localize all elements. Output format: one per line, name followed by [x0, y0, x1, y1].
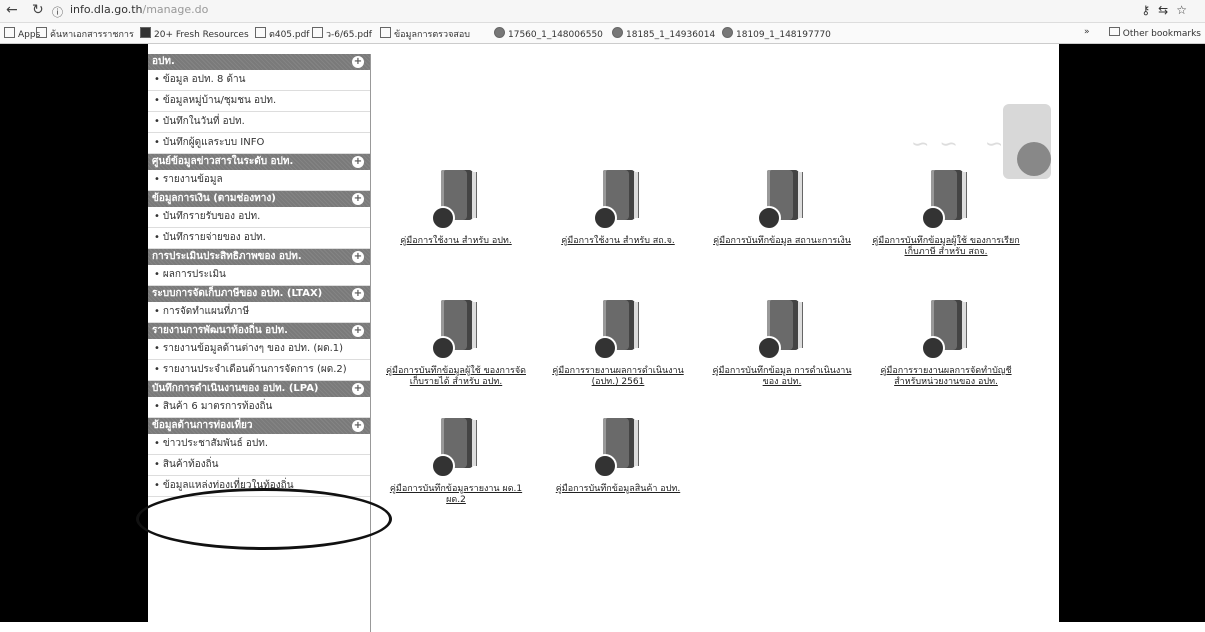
bookmark-apps[interactable]: Apps: [4, 27, 40, 40]
sidebar-section-header[interactable]: รายงานการพัฒนาท้องถิ่น อปท. +: [148, 323, 370, 339]
manual-link[interactable]: คู่มือการรายงานผลการจัดทำบัญชี สำหรับหน่…: [871, 300, 1021, 388]
sidebar-item[interactable]: • บันทึกรายจ่ายของ อปท.: [148, 228, 370, 249]
sidebar-item[interactable]: • การจัดทำแผนที่ภาษี: [148, 302, 370, 323]
globe-icon: [722, 27, 733, 38]
sidebar-section-header[interactable]: บันทึกการดำเนินงานของ อปท. (LPA) +: [148, 381, 370, 397]
page-icon: [36, 27, 47, 38]
sidebar-item-highlighted[interactable]: • สินค้า 6 มาตรการท้องถิ่น: [148, 397, 370, 418]
logo-circle-icon: [1017, 142, 1051, 176]
sidebar-item[interactable]: • รายงานข้อมูลด้านต่างๆ ของ อปท. (ผด.1): [148, 339, 370, 360]
globe-icon: [612, 27, 623, 38]
manual-book-icon: [591, 170, 645, 232]
manual-book-icon: [429, 300, 483, 362]
sidebar-section-header[interactable]: ระบบการจัดเก็บภาษีของ อปท. (LTAX) +: [148, 286, 370, 302]
manual-book-icon: [591, 300, 645, 362]
bookmarks-bar: Apps ค้นหาเอกสารราชการ 20+ Fresh Resourc…: [0, 23, 1205, 44]
bookmark-item[interactable]: 17560_1_148006550: [494, 27, 603, 40]
bookmark-item[interactable]: ค้นหาเอกสารราชการ: [36, 27, 134, 41]
sidebar-item[interactable]: • บันทึกในวันที่ อปท.: [148, 112, 370, 133]
bookmark-item[interactable]: ว-6/65.pdf: [312, 27, 372, 41]
expand-icon[interactable]: +: [352, 251, 364, 263]
sidebar-item[interactable]: • สินค้าท้องถิ่น: [148, 455, 370, 476]
manual-book-icon: [919, 300, 973, 362]
manual-link[interactable]: คู่มือการบันทึกข้อมูล การดำเนินงานของ อป…: [707, 300, 857, 388]
sidebar-item[interactable]: • ผลการประเมิน: [148, 265, 370, 286]
logo-badge: [1003, 104, 1051, 179]
bookmark-item[interactable]: 20+ Fresh Resources: [140, 27, 249, 40]
sidebar-item[interactable]: • รายงานประจำเดือนด้านการจัดการ (ผด.2): [148, 360, 370, 381]
manual-link[interactable]: คู่มือการรายงานผลการดำเนินงาน (อปท.) 256…: [543, 300, 693, 388]
manual-link[interactable]: คู่มือการใช้งาน สำหรับ อปท.: [381, 170, 531, 247]
globe-icon: [494, 27, 505, 38]
manual-book-icon: [755, 300, 809, 362]
sidebar-section-header[interactable]: ศูนย์ข้อมูลข่าวสารในระดับ อปท. +: [148, 154, 370, 170]
bookmark-item[interactable]: 18185_1_14936014: [612, 27, 715, 40]
sidebar-item[interactable]: • ข้อมูลหมู่บ้าน/ชุมชน อปท.: [148, 91, 370, 112]
bookmark-item[interactable]: ต405.pdf: [255, 27, 309, 41]
sidebar-section-header[interactable]: ข้อมูลด้านการท่องเที่ยว +: [148, 418, 370, 434]
sidebar-section-header[interactable]: การประเมินประสิทธิภาพของ อปท. +: [148, 249, 370, 265]
manual-link[interactable]: คู่มือการบันทึกข้อมูลผู้ใช้ ของการเรียกเ…: [871, 170, 1021, 258]
manual-book-icon: [919, 170, 973, 232]
sidebar-item[interactable]: • บันทึกผู้ดูแลระบบ INFO: [148, 133, 370, 154]
sidebar-item[interactable]: • บันทึกรายรับของ อปท.: [148, 207, 370, 228]
translate-icon[interactable]: ⇆: [1158, 3, 1176, 17]
folder-icon: [1108, 27, 1120, 36]
bookmarks-overflow[interactable]: »: [1084, 27, 1090, 37]
page-icon: [380, 27, 391, 38]
manual-link[interactable]: คู่มือการบันทึกข้อมูล สถานะการเงิน: [707, 170, 857, 247]
expand-icon[interactable]: +: [352, 193, 364, 205]
sidebar-item[interactable]: • รายงานข้อมูล: [148, 170, 370, 191]
sidebar-item[interactable]: • ข่าวประชาสัมพันธ์ อปท.: [148, 434, 370, 455]
left-margin: [0, 44, 148, 622]
reload-icon[interactable]: ↻: [32, 2, 44, 18]
manual-link[interactable]: คู่มือการใช้งาน สำหรับ สถ.จ.: [543, 170, 693, 247]
expand-icon[interactable]: +: [352, 156, 364, 168]
manual-book-icon: [591, 418, 645, 480]
bookmark-icon: [140, 27, 151, 38]
key-icon[interactable]: ⚷: [1141, 3, 1158, 17]
bookmark-item[interactable]: ข้อมูลการตรวจสอบ: [380, 27, 470, 41]
sidebar-section-header[interactable]: อปท. +: [148, 54, 370, 70]
main-content: ∽∽ ∽ คู่มือการใช้งาน สำหรับ อปท. คู่มือก…: [371, 44, 1059, 622]
sidebar-item[interactable]: • ข้อมูล อปท. 8 ด้าน: [148, 70, 370, 91]
manual-book-icon: [429, 418, 483, 480]
sidebar-section-header[interactable]: ข้อมูลการเงิน (ตามช่องทาง) +: [148, 191, 370, 207]
page-icon: [255, 27, 266, 38]
toolbar-icons: ⚷⇆☆: [1141, 3, 1195, 17]
address-bar[interactable]: info.dla.go.th/manage.do: [70, 3, 208, 16]
url-host: info.dla.go.th: [70, 3, 143, 16]
bookmark-item[interactable]: 18109_1_148197770: [722, 27, 831, 40]
logo-wordmark: ∽∽ ∽: [911, 132, 1014, 157]
manual-book-icon: [429, 170, 483, 232]
expand-icon[interactable]: +: [352, 420, 364, 432]
manual-book-icon: [755, 170, 809, 232]
page-icon: [312, 27, 323, 38]
manual-link[interactable]: คู่มือการบันทึกข้อมูลสินค้า อปท.: [543, 418, 693, 495]
browser-toolbar: ← ↻ ⓘ info.dla.go.th/manage.do ⚷⇆☆: [0, 0, 1205, 23]
expand-icon[interactable]: +: [352, 383, 364, 395]
expand-icon[interactable]: +: [352, 325, 364, 337]
apps-icon: [4, 27, 15, 38]
manual-link[interactable]: คู่มือการบันทึกข้อมูลผู้ใช้ ของการจัดเก็…: [381, 300, 531, 388]
star-icon[interactable]: ☆: [1176, 3, 1195, 17]
url-path: /manage.do: [142, 3, 209, 16]
manual-link[interactable]: คู่มือการบันทึกข้อมูลรายงาน ผด.1 ผด.2: [381, 418, 531, 506]
info-icon[interactable]: ⓘ: [52, 4, 63, 20]
expand-icon[interactable]: +: [352, 288, 364, 300]
expand-icon[interactable]: +: [352, 56, 364, 68]
right-margin: [1059, 44, 1205, 622]
highlight-circle-annotation: [136, 488, 392, 550]
back-icon[interactable]: ←: [6, 2, 18, 18]
other-bookmarks[interactable]: Other bookmarks: [1108, 27, 1201, 39]
